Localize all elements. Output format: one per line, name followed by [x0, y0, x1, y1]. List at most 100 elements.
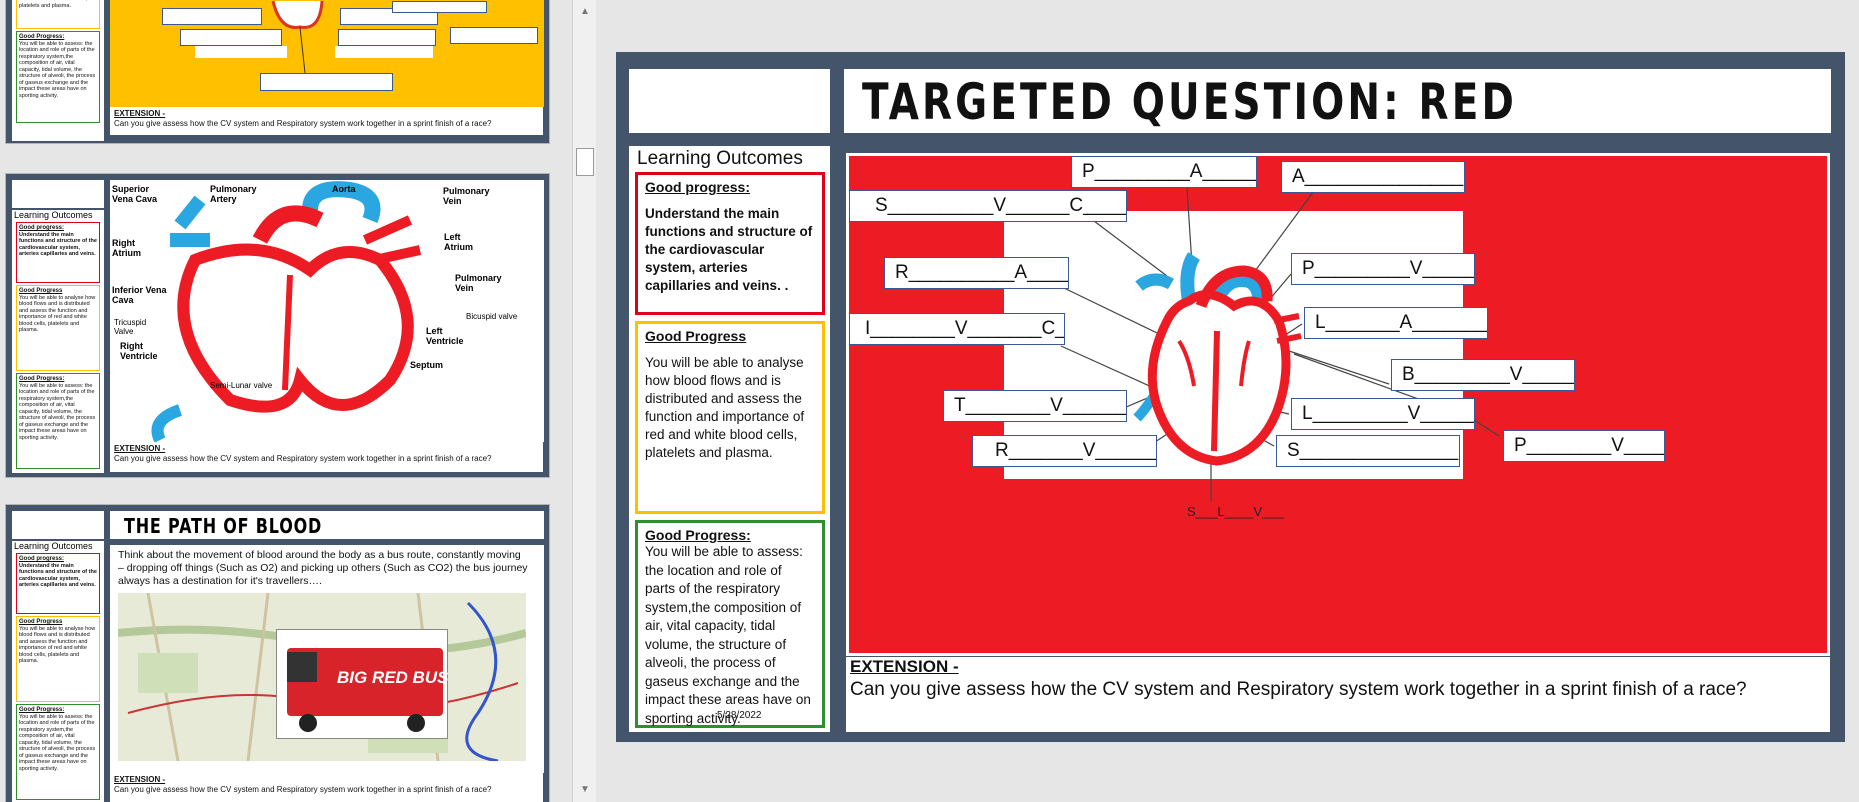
- label-box-12[interactable]: S_______________: [1276, 435, 1460, 467]
- label-box-4[interactable]: R__________A_______: [884, 257, 1069, 289]
- outcome-amber-body: You will be able to analyse how blood fl…: [645, 355, 805, 460]
- thumb2-lo-title: Learning Outcomes: [14, 210, 93, 220]
- label-11-text[interactable]: R_______V_______: [995, 440, 1156, 461]
- label-7-text[interactable]: L_______A_________: [1315, 312, 1487, 333]
- label-box-5[interactable]: P_________V_________: [1291, 253, 1475, 285]
- label-box-11[interactable]: R_______V_______: [972, 435, 1157, 467]
- slide-thumbnail-2[interactable]: Learning Outcomes Good progress: Understa…: [5, 173, 550, 478]
- label-2-text[interactable]: A_______________: [1292, 166, 1463, 187]
- thumb3-lo-title: Learning Outcomes: [14, 541, 93, 551]
- label-6-text[interactable]: I________V_______C___: [865, 318, 1064, 339]
- label-13-text[interactable]: P________V______: [1514, 435, 1664, 456]
- label-box-7[interactable]: L_______A_________: [1304, 307, 1488, 339]
- thumb2-green-body: You will be able to assess: the location…: [19, 382, 96, 441]
- thumb2-red-body: Understand the main functions and struct…: [19, 231, 97, 258]
- label-4-text[interactable]: R__________A_______: [895, 262, 1068, 283]
- thumb2-heart-label-4: Pulmonary Vein: [443, 186, 490, 206]
- date-stamp: 5/28/2022: [717, 710, 762, 721]
- label-box-10[interactable]: L_________V__________: [1291, 398, 1475, 430]
- thumb2-learning-outcomes: Learning Outcomes Good progress: Understa…: [12, 210, 104, 473]
- thumb2-heart-diagram: Superior Vena Cava Pulmonary Artery Aort…: [110, 180, 544, 442]
- label-9-text[interactable]: T________V_________: [954, 395, 1126, 416]
- thumbnail-scrollbar[interactable]: ▲ ▼: [572, 0, 596, 802]
- outcome-green-heading: Good Progress:: [645, 527, 751, 543]
- outcome-red-heading: Good progress:: [645, 179, 751, 195]
- outcome-box-red[interactable]: Good progress: Understand the main funct…: [635, 172, 825, 315]
- label-5-text[interactable]: P_________V_________: [1302, 258, 1474, 279]
- label-box-6[interactable]: I________V_______C___: [849, 313, 1065, 345]
- thumb2-heart-label-9: Bicuspid valve: [466, 312, 518, 321]
- thumb2-heart-label-2: Pulmonary Artery: [210, 184, 257, 204]
- powerpoint-editor: of red and white blood cells, platelets …: [0, 0, 1859, 802]
- thumb3-body-text: Think about the movement of blood around…: [118, 549, 528, 587]
- label-12-text[interactable]: S_______________: [1287, 440, 1458, 461]
- thumb2-heart-label-6: Left Atrium: [444, 232, 473, 252]
- label-box-1[interactable]: P_________A_________: [1071, 156, 1257, 188]
- triangle-up-icon[interactable]: ▲: [577, 4, 593, 20]
- heart-label-diagram[interactable]: P_________A_________ A_______________ S_…: [846, 153, 1830, 656]
- outcome-box-green[interactable]: Good Progress: You will be able to asses…: [635, 520, 825, 728]
- thumb3-bus-image: BIG RED BUS: [276, 629, 448, 739]
- outcome-box-amber[interactable]: Good Progress You will be able to analys…: [635, 321, 825, 514]
- thumb2-heart-label-11: Left Ventricle: [426, 326, 464, 346]
- learning-outcomes-title: Learning Outcomes: [637, 148, 803, 169]
- thumb2-heart-label-7: Pulmonary Vein: [455, 273, 502, 293]
- thumb2-heart-label-8: Inferior Vena Cava: [112, 285, 167, 305]
- main-slide[interactable]: TARGETED QUESTION: RED Learning Outcomes…: [616, 52, 1845, 742]
- thumb3-title: THE PATH OF BLOOD: [124, 514, 323, 538]
- triangle-down-icon[interactable]: ▼: [577, 782, 593, 798]
- thumb1-extension-label: EXTENSION -: [114, 109, 166, 118]
- thumb3-title-box: THE PATH OF BLOOD: [110, 511, 544, 539]
- thumb3-bus-text: BIG RED BUS: [337, 668, 449, 687]
- label-box-8[interactable]: B_________V________: [1391, 359, 1575, 391]
- label-10-text[interactable]: L_________V__________: [1302, 403, 1474, 424]
- thumb3-extension-label: EXTENSION -: [114, 775, 166, 784]
- thumb1-extension-text: Can you give assess how the CV system an…: [114, 119, 492, 128]
- label-box-3[interactable]: S__________V______C_____: [849, 190, 1127, 222]
- thumb2-extension-text: Can you give assess how the CV system an…: [114, 454, 492, 463]
- extension-bar[interactable]: EXTENSION - Can you give assess how the …: [846, 657, 1830, 732]
- thumb2-heart-label-12: Right Ventricle: [120, 341, 158, 361]
- thumb1-green-body: You will be able to assess: the location…: [19, 40, 96, 99]
- label-1-text[interactable]: P_________A_________: [1082, 161, 1256, 182]
- label-box-2[interactable]: A_______________: [1281, 161, 1465, 193]
- thumb2-heart-label-13: Septum: [410, 360, 444, 370]
- slide-title[interactable]: TARGETED QUESTION: RED: [862, 73, 1517, 131]
- thumb2-extension: EXTENSION - Can you give assess how the …: [110, 442, 543, 472]
- label-box-13[interactable]: P________V______: [1503, 430, 1665, 462]
- thumb1-heart-icon: [271, 0, 324, 74]
- thumb3-amber-body: You will be able to analyse how blood fl…: [19, 625, 96, 665]
- slide-thumbnail-3[interactable]: THE PATH OF BLOOD Learning Outcomes Good…: [5, 504, 550, 802]
- thumb2-heart-label-3: Aorta: [332, 184, 356, 194]
- thumb1-diagram: [110, 0, 544, 107]
- thumb3-content: Think about the movement of blood around…: [110, 545, 544, 773]
- thumb3-extension-text: Can you give assess how the CV system an…: [114, 785, 492, 794]
- thumb2-title-box-left: [12, 180, 104, 208]
- thumb1-amber-text: of red and white blood cells, platelets …: [19, 0, 87, 9]
- slide-thumbnail-1[interactable]: of red and white blood cells, platelets …: [5, 0, 550, 144]
- label-3-text[interactable]: S__________V______C_____: [875, 195, 1126, 216]
- label-box-9[interactable]: T________V_________: [943, 390, 1127, 422]
- thumb1-extension: EXTENSION - Can you give assess how the …: [110, 107, 543, 135]
- thumb2-heart-label-10: Tricuspid Valve: [114, 318, 147, 336]
- thumb3-red-body: Understand the main functions and struct…: [19, 562, 97, 589]
- scrollbar-thumb[interactable]: [576, 148, 594, 176]
- thumb3-extension: EXTENSION - Can you give assess how the …: [110, 773, 543, 802]
- learning-outcomes-panel[interactable]: Learning Outcomes Good progress: Underst…: [629, 146, 830, 732]
- thumb2-amber-body: You will be able to analyse how blood fl…: [19, 294, 96, 334]
- outcome-amber-heading: Good Progress: [645, 328, 747, 344]
- extension-question[interactable]: Can you give assess how the CV system an…: [850, 679, 1747, 701]
- thumb2-extension-label: EXTENSION -: [114, 444, 166, 453]
- thumb3-green-body: You will be able to assess: the location…: [19, 713, 96, 772]
- thumb2-heart-label-14: Semi-Lunar valve: [210, 381, 273, 390]
- label-8-text[interactable]: B_________V________: [1402, 364, 1574, 385]
- thumb2-heart-label-5: Right Atrium: [112, 238, 141, 258]
- title-box[interactable]: TARGETED QUESTION: RED: [844, 69, 1831, 133]
- slide-thumbnail-pane[interactable]: of red and white blood cells, platelets …: [0, 0, 598, 802]
- thumb3-map-image: BIG RED BUS: [118, 593, 526, 761]
- thumb2-heart-label-1: Superior Vena Cava: [112, 184, 158, 204]
- label-14-text[interactable]: S___L____V___: [1187, 504, 1284, 519]
- thumb2-heart-illustration: [151, 181, 422, 442]
- title-box-left: [629, 69, 830, 133]
- thumb3-title-box-left: [12, 511, 104, 539]
